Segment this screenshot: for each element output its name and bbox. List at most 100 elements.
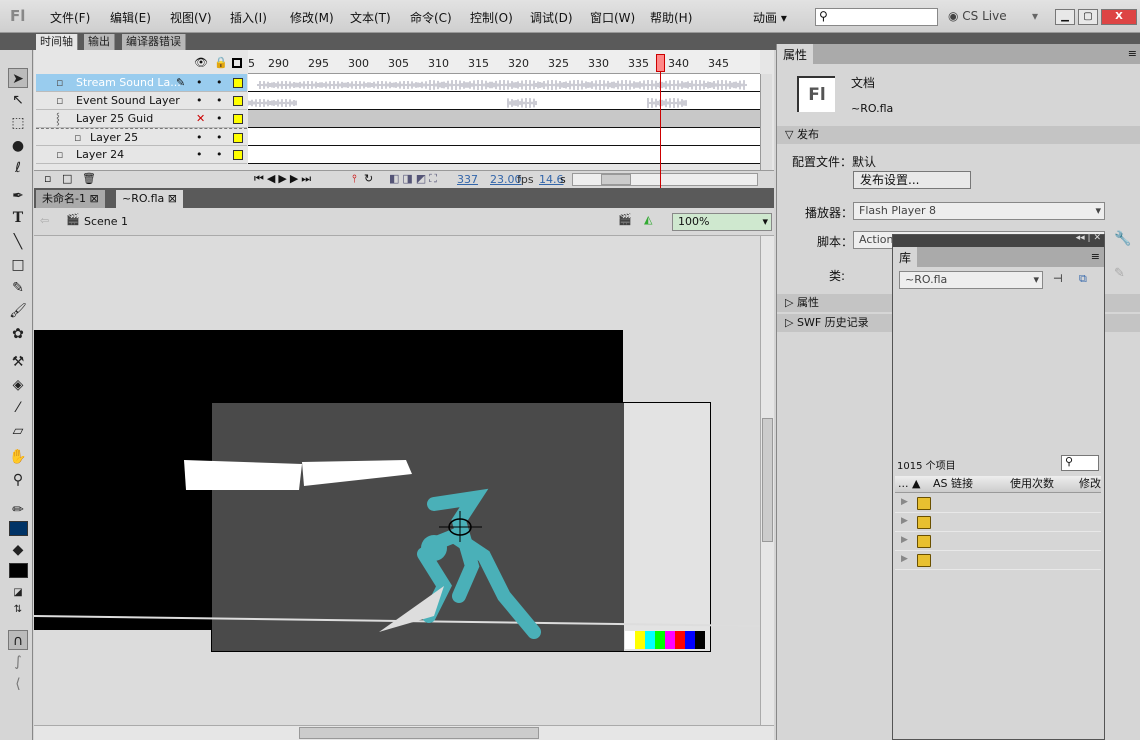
col-modified[interactable]: 修改 — [1079, 476, 1101, 492]
playback-controls[interactable]: ⏮◀▶▶⏭ — [254, 172, 314, 186]
layer-row[interactable]: ▫ Layer 24 • • — [36, 146, 247, 164]
menu-edit[interactable]: 编辑(E) — [110, 9, 151, 26]
menu-debug[interactable]: 调试(D) — [530, 9, 573, 26]
outline-color-box[interactable] — [233, 96, 243, 106]
stage-vscrollbar[interactable] — [760, 236, 774, 725]
layer-name[interactable]: Stream Sound La... — [76, 74, 181, 91]
publish-section-header[interactable]: ▽ 发布 — [777, 126, 1140, 144]
lasso-tool-icon[interactable]: ℓ — [8, 158, 28, 178]
close-tab-icon[interactable]: ⊠ — [89, 192, 98, 205]
expand-arrow-icon[interactable]: ▶ — [901, 516, 908, 526]
rectangle-tool-icon[interactable]: □ — [8, 255, 28, 275]
new-layer-icon[interactable]: ▫ — [44, 172, 51, 185]
library-folder-row[interactable]: ▶ — [895, 513, 1101, 532]
bone-tool-icon[interactable]: ⚒ — [8, 352, 28, 372]
library-search-input[interactable]: ⚲ — [1061, 455, 1099, 471]
edit-symbols-icon[interactable]: ◭ — [644, 213, 652, 226]
lock-toggle[interactable]: • — [216, 129, 223, 146]
3d-rotation-tool-icon[interactable]: ● — [8, 136, 28, 156]
paint-bucket-icon[interactable]: ◈ — [8, 375, 28, 395]
menu-window[interactable]: 窗口(W) — [590, 9, 635, 26]
onion-skin-icons[interactable]: ◧◨◩⛶ — [389, 172, 440, 186]
pen-tool-icon[interactable]: ✒ — [8, 186, 28, 206]
expand-arrow-icon[interactable]: ▶ — [901, 554, 908, 564]
eraser-icon[interactable]: ▱ — [8, 421, 28, 441]
layer-row[interactable]: ▫ Layer 25 • • — [36, 128, 247, 146]
menu-text[interactable]: 文本(T) — [350, 9, 391, 26]
timeline-hscrollbar[interactable] — [572, 173, 758, 186]
outline-color-box[interactable] — [233, 78, 243, 88]
player-select[interactable]: Flash Player 8 ▾ — [853, 202, 1105, 220]
menu-modify[interactable]: 修改(M) — [290, 9, 334, 26]
fill-color-swatch[interactable] — [9, 563, 28, 578]
scene-name[interactable]: Scene 1 — [84, 215, 128, 228]
pencil-icon[interactable]: ✎ — [1114, 266, 1125, 281]
panel-menu-icon[interactable]: ≡ — [1091, 250, 1100, 263]
selection-tool-icon[interactable]: ➤ — [8, 68, 28, 88]
lock-toggle[interactable]: • — [216, 146, 223, 163]
frame-row[interactable] — [248, 110, 760, 128]
back-arrow-icon[interactable]: ⇦ — [40, 214, 49, 227]
lock-toggle[interactable]: • — [216, 92, 223, 109]
search-input[interactable]: ⚲ — [815, 8, 938, 26]
publish-settings-button[interactable]: 发布设置... — [853, 171, 971, 189]
zoom-tool-icon[interactable]: ⚲ — [8, 470, 28, 490]
pencil-tool-icon[interactable]: ✎ — [8, 278, 28, 298]
edit-scene-icon[interactable]: 🎬 — [618, 213, 632, 226]
pin-library-icon[interactable]: ⊣ — [1053, 272, 1063, 285]
timeline-vscrollbar[interactable] — [760, 74, 772, 170]
lock-icon[interactable]: 🔒 — [214, 56, 228, 69]
menu-commands[interactable]: 命令(C) — [410, 9, 452, 26]
current-frame[interactable]: 337 — [457, 173, 478, 186]
menu-control[interactable]: 控制(O) — [470, 9, 513, 26]
visibility-toggle[interactable]: • — [196, 74, 203, 91]
close-tab-icon[interactable]: ⊠ — [168, 192, 177, 205]
frame-row[interactable] — [248, 128, 760, 146]
tab-properties[interactable]: 属性 — [777, 44, 814, 64]
new-library-panel-icon[interactable]: ⧉ — [1079, 272, 1087, 286]
lock-toggle[interactable]: • — [216, 110, 223, 127]
smooth-icon[interactable]: ∫ — [8, 652, 28, 672]
library-folder-row[interactable]: ▶ — [895, 532, 1101, 551]
visibility-toggle[interactable]: ✕ — [196, 110, 205, 127]
stage-hscrollbar[interactable] — [34, 725, 774, 740]
tab-compiler-errors[interactable]: 编译器错误 — [122, 34, 186, 50]
wrench-icon[interactable]: 🔧 — [1114, 231, 1131, 247]
loop-icon[interactable]: ↻ — [364, 172, 373, 185]
menu-help[interactable]: 帮助(H) — [650, 9, 692, 26]
col-linkage[interactable]: AS 链接 — [933, 476, 973, 492]
col-name[interactable]: ... ▲ — [898, 476, 920, 492]
outline-icon[interactable] — [232, 58, 242, 68]
minimize-button[interactable]: ▁ — [1055, 9, 1075, 25]
library-document-select[interactable]: ~RO.fla ▾ — [899, 271, 1043, 289]
stroke-color-icon[interactable]: ✏ — [8, 500, 28, 520]
zoom-select[interactable]: 100% ▾ — [672, 213, 772, 231]
workspace-switcher[interactable]: 动画 ▾ — [753, 9, 787, 26]
free-transform-tool-icon[interactable]: ⬚ — [8, 113, 28, 133]
layer-name[interactable]: Event Sound Layer — [76, 92, 180, 109]
text-tool-icon[interactable]: T — [8, 208, 28, 228]
frame-ruler[interactable]: 5 290 295 300 305 310 315 320 325 330 335 340 345 — [248, 50, 760, 74]
layer-name[interactable]: Layer 25 — [90, 129, 138, 146]
tab-library[interactable]: 库 — [893, 247, 918, 267]
expand-arrow-icon[interactable]: ▶ — [901, 535, 908, 545]
delete-layer-icon[interactable]: 🗑 — [82, 172, 96, 185]
eyedropper-icon[interactable]: ⁄ — [8, 398, 28, 418]
close-button[interactable]: X — [1101, 9, 1137, 25]
swap-colors-icon[interactable]: ⇅ — [8, 600, 28, 620]
visibility-toggle[interactable]: • — [196, 146, 203, 163]
panel-menu-icon[interactable]: ≡ — [1128, 47, 1137, 60]
outline-color-box[interactable] — [233, 114, 243, 124]
layer-name[interactable]: Layer 24 — [76, 146, 124, 163]
center-frame-icon[interactable]: ⫯ — [352, 172, 357, 186]
col-use-count[interactable]: 使用次数 — [1010, 476, 1054, 492]
brush-tool-icon[interactable]: 🖌 — [8, 301, 28, 321]
library-titlebar[interactable]: ◂◂ | ✕ — [893, 233, 1104, 247]
maximize-button[interactable]: ▢ — [1078, 9, 1098, 25]
tab-timeline[interactable]: 时间轴 — [36, 34, 78, 50]
stage-area[interactable] — [34, 236, 761, 725]
layer-name[interactable]: Layer 25 Guid — [76, 110, 153, 127]
snap-magnet-icon[interactable]: ∩ — [8, 630, 28, 650]
eye-icon[interactable]: 👁 — [194, 56, 208, 69]
layer-row[interactable]: ▫ Stream Sound La... ✎ • • — [36, 74, 247, 92]
